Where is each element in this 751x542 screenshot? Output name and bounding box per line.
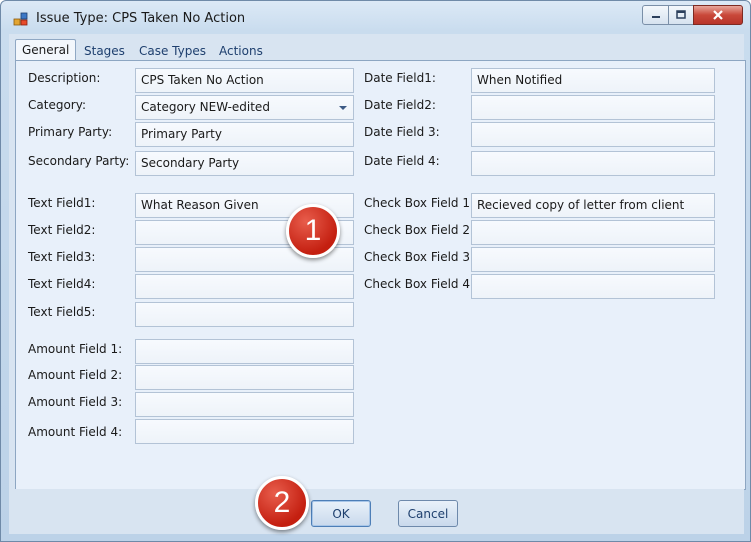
check-box-field-1[interactable]: Recieved copy of letter from client xyxy=(471,193,715,218)
amount-field-2[interactable] xyxy=(135,365,354,390)
amount-field-1-label: Amount Field 1: xyxy=(28,342,123,356)
check-box-field-3-label: Check Box Field 3: xyxy=(364,250,475,264)
amount-field-4-label: Amount Field 4: xyxy=(28,425,123,439)
date-field-2[interactable] xyxy=(471,95,715,120)
category-value: Category NEW-edited xyxy=(141,100,270,114)
window-title: Issue Type: CPS Taken No Action xyxy=(36,11,246,26)
category-label: Category: xyxy=(28,98,86,112)
text-field-4[interactable] xyxy=(135,274,354,299)
check-box-field-2-label: Check Box Field 2: xyxy=(364,223,475,237)
tab-general[interactable]: General xyxy=(15,39,77,61)
minimize-button[interactable] xyxy=(642,5,669,25)
tab-actions[interactable]: Actions xyxy=(213,41,269,61)
amount-field-4[interactable] xyxy=(135,419,354,444)
primary-party-field[interactable]: Primary Party xyxy=(135,122,354,147)
callout-badge-1: 1 xyxy=(286,204,340,258)
date-field-1-label: Date Field1: xyxy=(364,71,436,85)
callout-badge-2: 2 xyxy=(255,476,309,530)
date-field-3[interactable] xyxy=(471,122,715,147)
date-field-2-label: Date Field2: xyxy=(364,98,436,112)
maximize-button[interactable] xyxy=(668,5,694,25)
date-field-1[interactable]: When Notified xyxy=(471,68,715,93)
title-bar[interactable]: Issue Type: CPS Taken No Action xyxy=(1,1,750,35)
chevron-down-icon[interactable] xyxy=(339,106,347,110)
close-button[interactable] xyxy=(693,5,743,25)
description-label: Description: xyxy=(28,71,101,85)
check-box-field-4-label: Check Box Field 4: xyxy=(364,277,475,291)
amount-field-2-label: Amount Field 2: xyxy=(28,368,123,382)
check-box-field-4[interactable] xyxy=(471,274,715,299)
category-dropdown[interactable]: Category NEW-edited xyxy=(135,95,354,120)
text-field-5[interactable] xyxy=(135,302,354,327)
date-field-3-label: Date Field 3: xyxy=(364,125,440,139)
ok-button[interactable]: OK xyxy=(311,500,371,527)
tab-strip: General Stages Case Types Actions xyxy=(15,39,746,61)
tab-case-types[interactable]: Case Types xyxy=(133,41,212,61)
amount-field-1[interactable] xyxy=(135,339,354,364)
dialog-client-area: General Stages Case Types Actions Descri… xyxy=(9,34,746,534)
check-box-field-1-label: Check Box Field 1: xyxy=(364,196,475,210)
button-bar: OK Cancel xyxy=(9,489,744,534)
cancel-button[interactable]: Cancel xyxy=(398,500,458,527)
text-field-1-label: Text Field1: xyxy=(28,196,96,210)
text-field-4-label: Text Field4: xyxy=(28,277,96,291)
date-field-4-label: Date Field 4: xyxy=(364,154,440,168)
check-box-field-2[interactable] xyxy=(471,220,715,245)
text-field-3-label: Text Field3: xyxy=(28,250,96,264)
text-field-2-label: Text Field2: xyxy=(28,223,96,237)
app-icon xyxy=(13,11,29,27)
description-field[interactable]: CPS Taken No Action xyxy=(135,68,354,93)
secondary-party-field[interactable]: Secondary Party xyxy=(135,151,354,176)
date-field-4[interactable] xyxy=(471,151,715,176)
general-tab-panel: Description: CPS Taken No Action Categor… xyxy=(15,60,746,490)
amount-field-3-label: Amount Field 3: xyxy=(28,395,123,409)
check-box-field-3[interactable] xyxy=(471,247,715,272)
close-icon xyxy=(713,10,723,20)
text-field-5-label: Text Field5: xyxy=(28,305,96,319)
amount-field-3[interactable] xyxy=(135,392,354,417)
maximize-icon xyxy=(676,10,686,19)
secondary-party-label: Secondary Party: xyxy=(28,154,130,168)
dialog-window: Issue Type: CPS Taken No Action General … xyxy=(0,0,751,542)
minimize-icon xyxy=(651,16,660,18)
tab-stages[interactable]: Stages xyxy=(78,41,131,61)
primary-party-label: Primary Party: xyxy=(28,125,113,139)
